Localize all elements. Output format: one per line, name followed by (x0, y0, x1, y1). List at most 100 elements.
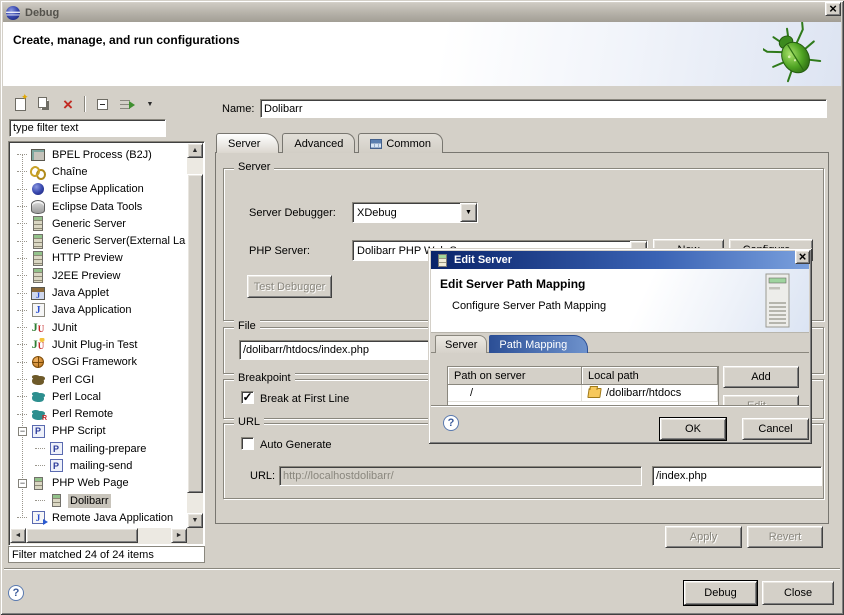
tree-item[interactable]: PHP Script (11, 423, 186, 440)
server-icon (30, 234, 46, 248)
server-icon (434, 253, 450, 267)
tree-item-label: JUnit Plug-in Test (50, 338, 139, 352)
auto-generate-checkbox[interactable] (241, 437, 254, 450)
tree-item[interactable]: Dolibarr (11, 492, 186, 509)
window-titlebar[interactable]: Debug (3, 3, 841, 22)
new-configuration-button[interactable] (10, 95, 30, 114)
test-debugger-button[interactable]: Test Debugger (247, 275, 332, 298)
tree-item[interactable]: JUnit Plug-in Test (11, 336, 186, 353)
dialog-button-bar: ? OK Cancel (431, 405, 809, 441)
tree-item[interactable]: Java Applet (11, 284, 186, 301)
tree-item[interactable]: Eclipse Data Tools (11, 198, 186, 215)
tree-horizontal-scrollbar[interactable]: ◄ ► (10, 528, 187, 544)
tab-server[interactable]: Server (216, 133, 279, 153)
bug-icon (763, 22, 825, 84)
dialog-help-icon[interactable]: ? (443, 415, 459, 431)
ok-button[interactable]: OK (660, 418, 726, 440)
type-filter-input[interactable] (9, 119, 166, 137)
server-debugger-label: Server Debugger: (249, 207, 336, 219)
tree-item[interactable]: J2EE Preview (11, 267, 186, 284)
server-debugger-select[interactable]: XDebug ▼ (352, 202, 478, 223)
delete-button[interactable] (58, 95, 78, 114)
tree-vertical-scrollbar[interactable]: ▲ ▼ (187, 143, 203, 528)
dialog-tab-path-mapping[interactable]: Path Mapping (489, 335, 588, 353)
php-server-label: PHP Server: (249, 245, 310, 257)
database-icon (30, 200, 46, 214)
tree-item[interactable]: Generic Server(External La (11, 232, 186, 249)
tree-item[interactable]: Java Application (11, 302, 186, 319)
apply-button[interactable]: Apply (665, 526, 742, 548)
tab-advanced-label: Advanced (294, 138, 343, 150)
tree-item[interactable]: Eclipse Application (11, 181, 186, 198)
tree-item[interactable]: mailing-prepare (11, 440, 186, 457)
tree-item[interactable]: BPEL Process (B2J) (11, 146, 186, 163)
folder-icon (587, 388, 601, 398)
tree-item[interactable]: Remote Java Application (11, 509, 186, 526)
duplicate-button[interactable] (34, 95, 54, 114)
banner: Create, manage, and run configurations (3, 22, 841, 86)
tab-common[interactable]: Common (358, 133, 443, 153)
dialog-tab-server[interactable]: Server (435, 335, 487, 353)
tree-connector (17, 414, 27, 415)
tree-connector (17, 362, 27, 363)
edit-server-titlebar[interactable]: Edit Server (431, 251, 809, 269)
debug-button[interactable]: Debug (684, 581, 757, 605)
tree-connector (17, 310, 27, 311)
column-path-on-server[interactable]: Path on server (448, 367, 582, 385)
vertical-scroll-thumb[interactable] (187, 174, 203, 493)
sphere-icon (30, 182, 46, 196)
collapse-all-button[interactable] (92, 95, 112, 114)
dialog-subheading: Configure Server Path Mapping (452, 300, 606, 312)
help-icon[interactable]: ? (8, 585, 24, 601)
tree-item[interactable]: Perl CGI (11, 371, 186, 388)
window-close-icon[interactable] (825, 2, 841, 16)
column-local-path[interactable]: Local path (582, 367, 718, 385)
java-icon (30, 303, 46, 317)
tree-item[interactable]: Perl Remote (11, 405, 186, 422)
collapse-expander-icon[interactable] (18, 479, 27, 488)
horizontal-scroll-thumb[interactable] (26, 528, 138, 543)
scroll-right-icon[interactable]: ► (171, 528, 187, 543)
scroll-down-icon[interactable]: ▼ (187, 513, 203, 528)
tree-item-label: PHP Script (50, 424, 108, 438)
breakpoint-group-title: Breakpoint (234, 372, 295, 384)
dialog-close-icon[interactable] (795, 250, 810, 264)
tree-item[interactable]: OSGi Framework (11, 354, 186, 371)
tree-connector (17, 241, 27, 242)
break-first-line-checkbox[interactable] (241, 391, 254, 404)
tree-item-label: Eclipse Application (50, 182, 146, 196)
toolbar-menu-caret-icon[interactable] (140, 95, 160, 114)
table-row[interactable]: / /dolibarr/htdocs (448, 385, 718, 402)
tree-item[interactable]: HTTP Preview (11, 250, 186, 267)
tree-item[interactable]: mailing-send (11, 457, 186, 474)
url-group-title: URL (234, 416, 264, 428)
scroll-up-icon[interactable]: ▲ (187, 143, 203, 158)
eclipse-icon (6, 6, 20, 20)
cancel-button[interactable]: Cancel (742, 418, 809, 440)
tree-item[interactable]: Generic Server (11, 215, 186, 232)
path-on-server-cell: / (448, 385, 582, 401)
tree-connector (17, 396, 27, 397)
tree-connector (17, 344, 27, 345)
filter-launch-button[interactable] (116, 95, 136, 114)
junit-icon (30, 321, 46, 335)
tree-item[interactable]: Chaîne (11, 163, 186, 180)
tree-item-label: Perl CGI (50, 373, 96, 387)
add-button[interactable]: Add (723, 366, 799, 388)
tab-advanced[interactable]: Advanced (282, 133, 355, 153)
chevron-down-icon[interactable]: ▼ (460, 203, 477, 222)
scroll-left-icon[interactable]: ◄ (10, 528, 26, 543)
local-path-cell: /dolibarr/htdocs (582, 385, 718, 401)
tree-toolbar (10, 93, 160, 115)
close-button[interactable]: Close (762, 581, 834, 605)
name-input[interactable] (260, 99, 827, 118)
tree-connector (17, 154, 27, 155)
tree-item[interactable]: Perl Local (11, 388, 186, 405)
tree-item[interactable]: PHP Web Page (11, 475, 186, 492)
break-first-line-label: Break at First Line (260, 393, 349, 405)
url-path-input[interactable] (652, 466, 822, 486)
collapse-expander-icon[interactable] (18, 427, 27, 436)
tree-item[interactable]: JUnit (11, 319, 186, 336)
revert-button[interactable]: Revert (747, 526, 823, 548)
toolbar-divider (84, 96, 86, 112)
